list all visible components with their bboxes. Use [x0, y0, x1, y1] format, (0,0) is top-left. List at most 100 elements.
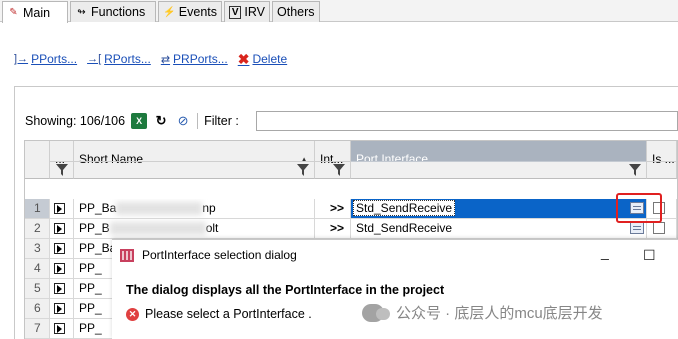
excel-export-icon[interactable]: X	[131, 113, 148, 129]
irv-icon: V	[229, 5, 242, 19]
filter-funnel-icon[interactable]	[629, 164, 641, 176]
showing-count: Showing: 106/106	[25, 114, 126, 128]
short-name-prefix: PP_	[79, 261, 102, 275]
watermark-text: 公众号 · 底层人的mcu底层开发	[396, 305, 603, 322]
tab-irv[interactable]: V IRV	[224, 1, 270, 22]
toolbar-separator	[197, 113, 199, 129]
short-name-prefix: PP_B	[79, 221, 110, 235]
redacted-text	[109, 222, 206, 236]
pport-icon: ]→	[14, 53, 29, 65]
row-number: 2	[25, 219, 50, 238]
expand-arrow-icon[interactable]	[54, 223, 65, 234]
add-rports-link[interactable]: →[ RPorts...	[87, 52, 151, 66]
prport-icon: ⇄	[160, 53, 171, 66]
expand-arrow-icon[interactable]	[54, 243, 65, 254]
expand-arrow-icon[interactable]	[54, 203, 65, 214]
short-name-cell[interactable]: PP_B olt	[74, 219, 315, 238]
tab-main-label: Main	[23, 5, 51, 20]
expand-arrow-icon[interactable]	[54, 263, 65, 274]
int-cell[interactable]: >>	[315, 199, 351, 218]
interface-arrow-icon: >>	[330, 201, 345, 215]
short-name-prefix: PP_Ba	[79, 201, 117, 215]
watermark: 公众号 · 底层人的mcu底层开发	[362, 302, 603, 323]
row-number: 7	[25, 319, 50, 338]
add-rports-label: RPorts...	[104, 52, 151, 66]
row-expander[interactable]	[50, 199, 74, 218]
wechat-icon	[362, 303, 390, 322]
row-expander[interactable]	[50, 319, 74, 338]
short-name-prefix: PP_Ba	[79, 241, 117, 255]
tab-functions-label: Functions	[91, 5, 146, 19]
browse-port-interface-button[interactable]	[630, 222, 644, 234]
sort-ascending-icon: ▲	[300, 155, 308, 164]
int-cell[interactable]: >>	[315, 219, 351, 238]
row-number: 6	[25, 299, 50, 318]
tab-others[interactable]: Others	[272, 1, 320, 22]
table-row[interactable]: 1 PP_Ba np >> Std_SendReceive	[25, 199, 677, 219]
tab-events-label: Events	[178, 5, 217, 19]
expand-arrow-icon[interactable]	[54, 323, 65, 334]
minimize-button[interactable]: _	[601, 244, 609, 260]
tab-functions[interactable]: ↬ Functions	[70, 1, 156, 22]
add-pports-link[interactable]: ]→ PPorts...	[14, 52, 77, 66]
filter-label: Filter :	[204, 114, 239, 128]
short-name-prefix: PP_	[79, 301, 102, 315]
row-expander[interactable]	[50, 299, 74, 318]
dialog-error-message: ✕ Please select a PortInterface .	[126, 307, 312, 321]
filter-funnel-icon[interactable]	[56, 164, 68, 176]
clear-filter-icon[interactable]: ⊘	[175, 113, 191, 129]
filter-row-divider	[351, 161, 646, 178]
tab-events[interactable]: ⚡ Events	[158, 1, 222, 22]
maximize-button[interactable]: ☐	[643, 247, 656, 264]
table-row[interactable]: 2 PP_B olt >> Std_SendReceive	[25, 219, 677, 239]
row-expander[interactable]	[50, 279, 74, 298]
port-actions-bar: ]→ PPorts... →[ RPorts... ⇄ PRPorts... ✖…	[14, 50, 297, 68]
tab-irv-label: IRV	[244, 5, 265, 19]
port-interface-value: Std_SendReceive	[353, 200, 456, 216]
short-name-suffix: np	[202, 201, 216, 215]
error-message-text: Please select a PortInterface .	[145, 307, 312, 321]
column-header-expand[interactable]: ...	[50, 141, 74, 179]
column-header-port-interface[interactable]: Port Interface	[351, 141, 647, 179]
interface-arrow-icon: >>	[330, 221, 345, 235]
port-interface-value: Std_SendReceive	[356, 221, 453, 235]
delete-x-icon: ✖	[237, 50, 250, 67]
filter-row-divider	[50, 161, 73, 162]
short-name-suffix: olt	[205, 221, 219, 235]
column-header-short-name[interactable]: Short Name ▲	[74, 141, 315, 179]
add-prports-link[interactable]: ⇄ PRPorts...	[161, 52, 228, 66]
delete-label: Delete	[252, 52, 288, 66]
column-short-name-label: Short Name	[79, 152, 144, 166]
highlight-annotation-box	[616, 193, 662, 223]
column-header-is[interactable]: Is ...	[647, 141, 677, 179]
refresh-icon[interactable]: ↻	[153, 113, 169, 129]
error-icon: ✕	[126, 307, 139, 321]
filter-input[interactable]	[256, 111, 678, 131]
is-checkbox[interactable]	[653, 222, 665, 234]
tab-main[interactable]: ✎ Main	[2, 1, 68, 23]
filter-funnel-icon[interactable]	[333, 164, 345, 176]
dialog-app-icon	[120, 248, 134, 262]
rport-icon: →[	[87, 53, 102, 65]
events-icon: ⚡	[163, 6, 176, 18]
dialog-heading: The dialog displays all the PortInterfac…	[126, 283, 445, 297]
main-icon: ✎	[9, 7, 18, 18]
column-header-int[interactable]: Int...	[315, 141, 351, 179]
port-interface-cell[interactable]: Std_SendReceive	[351, 199, 647, 218]
short-name-cell[interactable]: PP_Ba np	[74, 199, 315, 218]
row-expander[interactable]	[50, 259, 74, 278]
column-is-label: Is ...	[652, 152, 675, 166]
filter-row-divider	[315, 161, 350, 162]
filter-funnel-icon[interactable]	[297, 164, 309, 176]
dialog-title-bar: PortInterface selection dialog _ ☐	[112, 240, 678, 270]
port-interface-selection-dialog: PortInterface selection dialog _ ☐ The d…	[112, 239, 678, 339]
add-pports-label: PPorts...	[31, 52, 78, 66]
add-prports-label: PRPorts...	[173, 52, 228, 66]
delete-link[interactable]: ✖ Delete	[238, 51, 287, 68]
row-expander[interactable]	[50, 239, 74, 258]
short-name-prefix: PP_	[79, 321, 102, 335]
port-interface-cell[interactable]: Std_SendReceive	[351, 219, 647, 238]
expand-arrow-icon[interactable]	[54, 283, 65, 294]
expand-arrow-icon[interactable]	[54, 303, 65, 314]
row-expander[interactable]	[50, 219, 74, 238]
